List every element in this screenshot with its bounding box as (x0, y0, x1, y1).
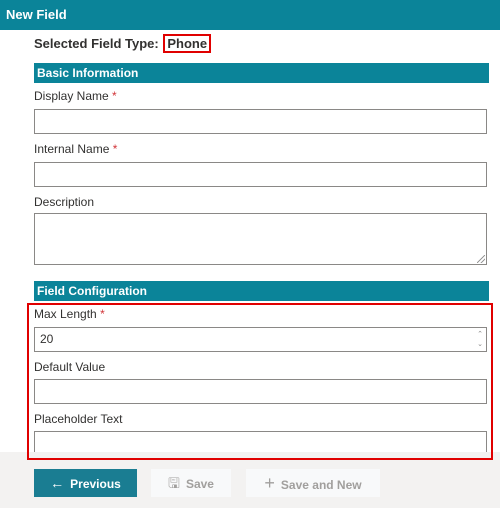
field-type-label: Selected Field Type: (34, 36, 159, 51)
label-text: Max Length (34, 307, 97, 321)
display-name-input[interactable] (34, 109, 487, 134)
internal-name-label: Internal Name * (34, 142, 117, 156)
previous-button[interactable]: ← Previous (34, 469, 137, 497)
dialog-title: New Field (6, 7, 67, 22)
label-text: Internal Name (34, 142, 110, 156)
max-length-value: 20 (40, 332, 54, 346)
display-name-label: Display Name * (34, 89, 117, 103)
selected-field-type: Selected Field Type: Phone (34, 34, 212, 53)
resize-handle-icon[interactable] (477, 255, 485, 263)
save-button[interactable]: 🖫 Save (151, 469, 231, 497)
required-mark: * (100, 307, 105, 321)
save-icon: 🖫 (168, 475, 180, 491)
description-textarea[interactable] (34, 213, 487, 265)
arrow-left-icon: ← (50, 475, 65, 491)
description-label: Description (34, 195, 95, 209)
required-mark: * (112, 89, 117, 103)
max-length-label: Max Length * (34, 307, 105, 321)
section-title: Field Configuration (37, 284, 147, 298)
max-length-input[interactable]: 20 ⌃ ⌄ (34, 327, 487, 352)
button-label: Save (185, 477, 214, 491)
placeholder-text-input[interactable] (34, 431, 487, 452)
section-basic-information: Basic Information (34, 63, 489, 83)
spin-up-icon[interactable]: ⌃ (477, 330, 483, 340)
button-label: Save and New (280, 478, 362, 492)
save-and-new-button[interactable]: + Save and New (246, 469, 380, 497)
required-mark: * (112, 142, 118, 156)
placeholder-text-label: Placeholder Text (34, 412, 123, 426)
plus-icon: + (264, 473, 275, 493)
section-field-configuration: Field Configuration (34, 281, 489, 301)
button-label: Previous (70, 477, 121, 491)
internal-name-input[interactable] (34, 162, 487, 187)
field-type-value: Phone (163, 34, 212, 53)
label-text: Display Name (34, 89, 109, 103)
default-value-label: Default Value (34, 360, 106, 374)
spin-down-icon[interactable]: ⌄ (477, 340, 483, 350)
section-title: Basic Information (37, 66, 139, 80)
dialog-title-bar: New Field (0, 0, 500, 30)
default-value-input[interactable] (34, 379, 487, 404)
number-spinner[interactable]: ⌃ ⌄ (477, 330, 483, 350)
